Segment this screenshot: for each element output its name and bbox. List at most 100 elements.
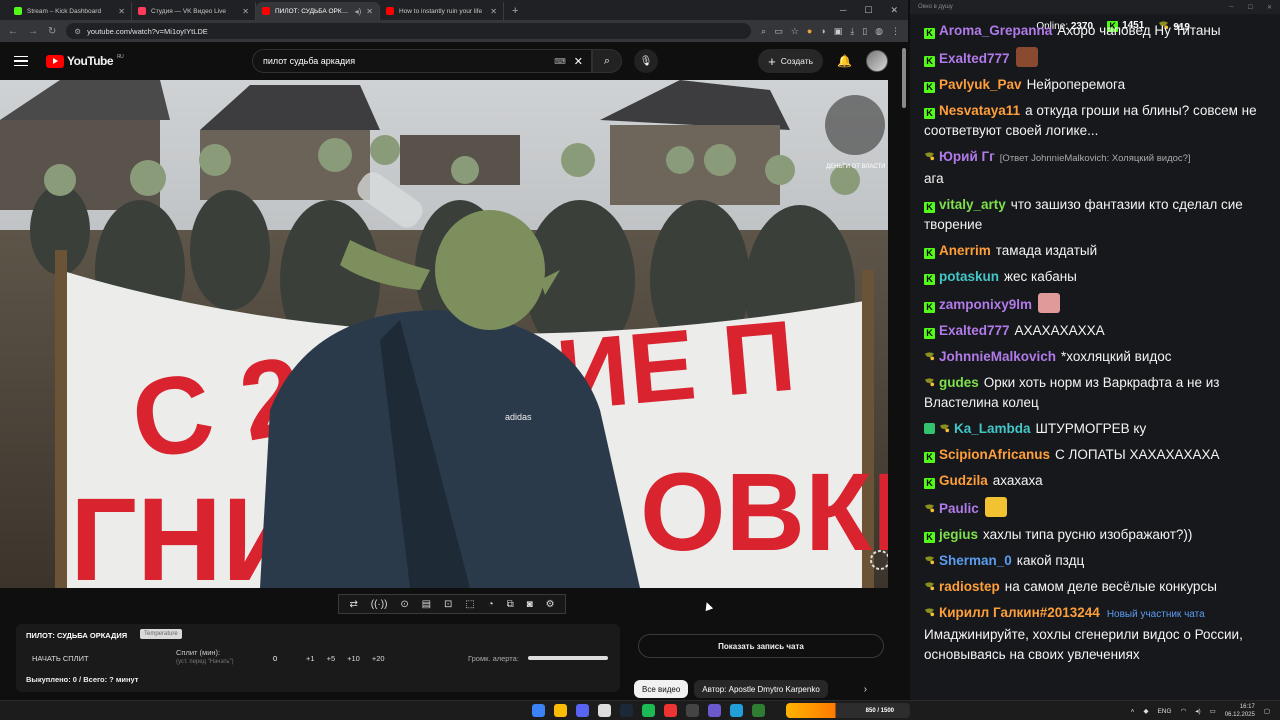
app-icon[interactable] (708, 704, 721, 717)
chip-all-videos[interactable]: Все видео (634, 680, 689, 698)
create-button[interactable]: + Создать (758, 49, 824, 73)
close-icon[interactable]: ✕ (366, 7, 373, 16)
notifications-bell-icon[interactable]: 🔔 (837, 54, 852, 68)
chat-username[interactable]: Aroma_Grepanna (939, 23, 1052, 38)
resize-icon[interactable]: ⊡ (444, 599, 452, 610)
language-indicator[interactable]: ENG (1157, 708, 1171, 715)
avatar[interactable] (866, 50, 888, 72)
volume-icon[interactable]: ◂) (1195, 707, 1200, 715)
bookmark-star-icon[interactable]: ☆ (791, 26, 799, 37)
keyboard-icon[interactable]: ⌨ (554, 57, 566, 66)
increment-button[interactable]: +1 (306, 654, 315, 663)
obs-icon[interactable] (598, 704, 611, 717)
close-window-icon[interactable]: ✕ (1267, 4, 1272, 11)
camera-icon[interactable]: ◙ (527, 599, 533, 610)
url-field[interactable]: ⚙ youtube.com/watch?v=Mi1oyIYtLDE (66, 23, 752, 39)
chat-username[interactable]: Кирилл Галкин#2013244 (939, 605, 1100, 620)
chevron-right-icon[interactable]: › (864, 684, 867, 695)
start-split-button[interactable]: НАЧАТЬ СПЛИТ (32, 654, 89, 663)
close-icon[interactable]: ✕ (242, 7, 249, 16)
clear-search-icon[interactable]: ✕ (574, 55, 583, 68)
discord-icon[interactable] (576, 704, 589, 717)
broadcast-icon[interactable]: ((·)) (371, 599, 388, 610)
split-value[interactable]: 0 (273, 654, 277, 663)
chat-username[interactable]: potaskun (939, 269, 999, 284)
forward-icon[interactable]: → (28, 26, 38, 37)
lens-icon[interactable]: ⌕ (761, 26, 766, 37)
screenshot-icon[interactable]: ⊙ (400, 599, 408, 610)
chat-username[interactable]: Anerrim (939, 243, 991, 258)
chat-username[interactable]: Exalted777 (939, 51, 1010, 66)
spotify-icon[interactable] (642, 704, 655, 717)
close-window-icon[interactable]: ✕ (890, 5, 898, 16)
tab-kick-dashboard[interactable]: Stream – Kick Dashboard ✕ (8, 2, 132, 20)
page-scrollbar[interactable] (900, 42, 908, 700)
back-icon[interactable]: ← (8, 26, 18, 37)
maximize-icon[interactable]: ☐ (864, 5, 872, 16)
chip-author[interactable]: Автор: Apostle Dmytro Karpenko (694, 680, 828, 698)
speed-icon[interactable]: ◔ (488, 599, 494, 610)
minimize-icon[interactable]: ─ (1229, 4, 1233, 11)
telegram-icon[interactable] (730, 704, 743, 717)
chevron-up-icon[interactable]: ˄ (1131, 708, 1135, 715)
sidebar-icon[interactable]: ▯ (862, 26, 867, 37)
voice-search-button[interactable]: 🎙 (634, 49, 658, 73)
crop-icon[interactable]: ⬚ (465, 599, 474, 610)
chat-username[interactable]: zamponixy9lm (939, 297, 1032, 312)
search-input[interactable]: пилот судьба аркадия ⌨ ✕ (252, 49, 592, 73)
reply-reference[interactable]: [Ответ JohnnieMalkovich: Холяцкий видос?… (1000, 153, 1191, 164)
loop-icon[interactable]: ⇄ (349, 599, 357, 610)
reload-icon[interactable]: ↻ (48, 26, 56, 37)
increment-button[interactable]: +20 (372, 654, 385, 663)
hamburger-menu-icon[interactable] (14, 55, 28, 67)
extension-icon[interactable]: ◑ (820, 26, 825, 37)
extension-icon[interactable]: ● (807, 26, 812, 37)
new-tab-icon[interactable]: + (504, 2, 526, 20)
steam-icon[interactable] (620, 704, 633, 717)
increment-button[interactable]: +5 (327, 654, 336, 663)
chat-username[interactable]: Gudzila (939, 473, 988, 488)
maximize-icon[interactable]: ☐ (1248, 4, 1253, 11)
chat-username[interactable]: vitaly_arty (939, 197, 1006, 212)
increment-button[interactable]: +10 (347, 654, 360, 663)
chrome-icon[interactable] (554, 704, 567, 717)
app-tray-icon[interactable]: ◆ (1143, 707, 1148, 715)
battery-icon[interactable]: ▭ (1210, 707, 1216, 715)
menu-dots-icon[interactable]: ⋮ (891, 26, 900, 37)
clock[interactable]: 16:17 06.12.2025 (1225, 703, 1255, 719)
chat-username[interactable]: Sherman_0 (939, 553, 1012, 568)
start-menu-icon[interactable] (532, 704, 545, 717)
chat-username[interactable]: Pavlyuk_Pav (939, 77, 1022, 92)
meme-party-widget[interactable]: 850 / 1500 (786, 703, 910, 718)
youtube-logo[interactable]: YouTube RU (46, 54, 124, 68)
search-button[interactable]: ⌕ (592, 49, 622, 73)
video-player[interactable]: С 200 ИЕ П ГНИЛО ОВКИ adidas ДЕНЬГИ ОТ В… (0, 80, 888, 588)
minimize-icon[interactable]: ─ (840, 5, 846, 15)
chat-messages[interactable]: K Aroma_Grepanna Ахоро чаповед Ну Титаны K E… (910, 18, 1280, 678)
chat-username[interactable]: Юрий Гг (939, 149, 995, 164)
close-icon[interactable]: ✕ (490, 7, 497, 16)
chat-username[interactable]: JohnnieMalkovich (939, 349, 1056, 364)
show-chat-replay-button[interactable]: Показать запись чата (638, 634, 884, 658)
chat-username[interactable]: gudes (939, 375, 979, 390)
alert-volume-slider[interactable] (528, 656, 608, 660)
panel-badge[interactable]: Temperature (140, 629, 182, 639)
scrollbar-thumb[interactable] (902, 48, 906, 108)
pip-icon[interactable]: ⧉ (507, 599, 514, 610)
chat-username[interactable]: Ka_Lambda (954, 421, 1031, 436)
chat-username[interactable]: Nesvataya11 (939, 103, 1020, 118)
app-icon[interactable] (664, 704, 677, 717)
cast-icon[interactable]: ▭ (774, 26, 783, 37)
extension-icon[interactable]: ▣ (834, 26, 843, 37)
tab-youtube-ruin[interactable]: How to instantly ruin your life ✕ (380, 2, 504, 20)
close-icon[interactable]: ✕ (118, 7, 125, 16)
chat-username[interactable]: Paulic (939, 501, 979, 516)
tab-vk-studio[interactable]: Студия — VK Видео Live ✕ (132, 2, 256, 20)
folder-icon[interactable]: ▤ (422, 599, 431, 610)
site-info-icon[interactable]: ⚙ (74, 27, 81, 36)
chat-username[interactable]: Exalted777 (939, 323, 1010, 338)
profile-icon[interactable]: ◍ (875, 26, 883, 37)
chat-username[interactable]: jegius (939, 527, 978, 542)
tab-youtube-video[interactable]: ПИЛОТ: СУДЬБА ОРКАДИ ◂) ✕ (256, 2, 380, 20)
notifications-icon[interactable]: ▢ (1264, 707, 1270, 715)
